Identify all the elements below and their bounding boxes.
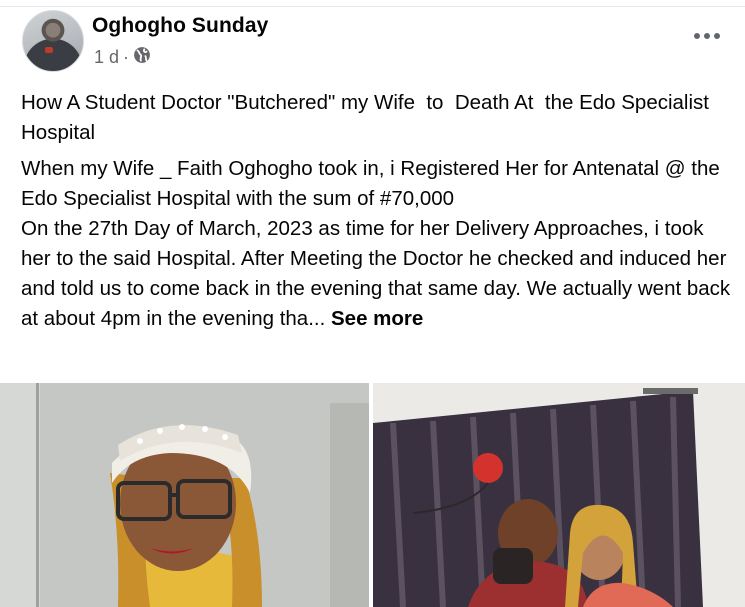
top-divider: [0, 6, 745, 7]
author-avatar[interactable]: [22, 10, 84, 72]
globe-icon: [133, 46, 151, 69]
more-options-icon[interactable]: [687, 22, 727, 50]
meta-separator: ·: [123, 46, 130, 67]
see-more-link[interactable]: See more: [331, 307, 423, 330]
avatar-detail: [45, 47, 53, 53]
author-name[interactable]: Oghogho Sunday: [92, 14, 268, 38]
post-title: How A Student Doctor "Butchered" my Wife…: [21, 91, 715, 144]
post-body-text: When my Wife _ Faith Oghogho took in, i …: [21, 157, 731, 330]
woman-portrait-photo[interactable]: [0, 383, 369, 607]
post-card: Oghogho Sunday 1 d · How A Student Docto…: [0, 0, 745, 607]
post-timestamp[interactable]: 1 d: [94, 47, 119, 68]
post-text: How A Student Doctor "Butchered" my Wife…: [21, 88, 736, 334]
post-media: [0, 383, 745, 607]
post-meta: 1 d ·: [94, 46, 151, 68]
couple-photo[interactable]: [373, 383, 745, 607]
post-body: When my Wife _ Faith Oghogho took in, i …: [21, 154, 736, 334]
post-header: Oghogho Sunday 1 d ·: [22, 8, 745, 72]
